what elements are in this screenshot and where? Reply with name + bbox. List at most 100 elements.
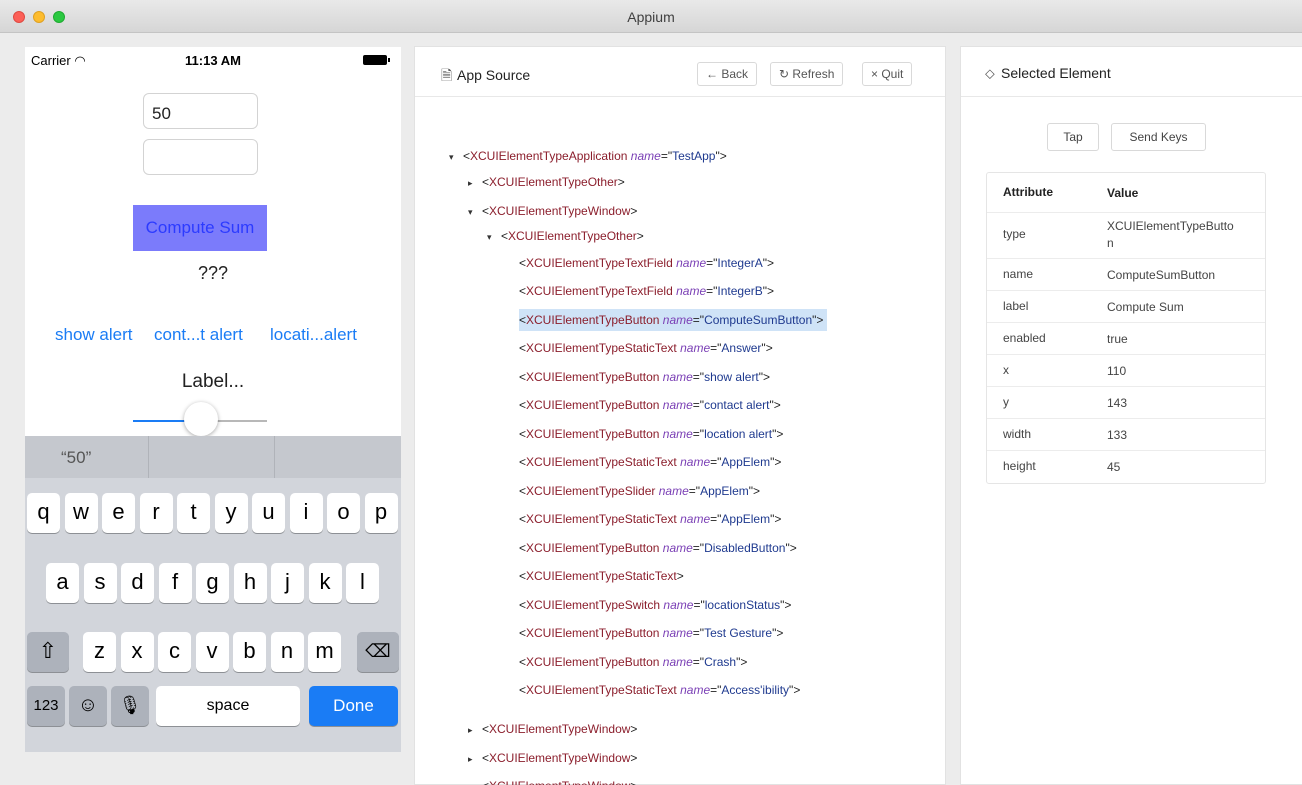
answer-label: ??? [197,263,229,283]
tree-node[interactable]: <XCUIElementTypeTextField name="IntegerB… [519,280,774,302]
compute-sum-button[interactable]: Compute Sum [133,205,267,251]
key-b[interactable]: b [233,632,266,672]
tree-node-attr-name: name [680,683,711,697]
tree-node[interactable]: <XCUIElementTypeButton name="Test Gestur… [519,622,783,644]
key-z[interactable]: z [83,632,116,672]
tree-node[interactable]: <XCUIElementTypeButton name="DisabledBut… [519,537,797,559]
key-k[interactable]: k [308,563,342,603]
attribute-name: x [1003,363,1009,377]
tree-node-attr-name: name [662,655,693,669]
tree-node[interactable]: ▸<XCUIElementTypeWindow> [468,718,637,740]
caret-down-icon[interactable]: ▾ [487,226,501,248]
caret-down-icon[interactable]: ▾ [449,146,463,168]
prediction-cell[interactable]: “50” [25,436,149,478]
key-s[interactable]: s [83,563,117,603]
back-button[interactable]: ← Back [697,62,758,86]
tree-node-attr-name: name [662,427,693,441]
tree-node-attr-name: name [676,256,707,270]
tree-node[interactable]: <XCUIElementTypeButton name="ComputeSumB… [519,309,828,331]
key-y[interactable]: y [214,493,248,533]
space-key[interactable]: space [156,686,300,726]
slider-thumb[interactable] [184,402,218,436]
tag-bracket: > [767,284,775,298]
caret-right-icon[interactable]: ▸ [468,719,482,741]
prediction-cell[interactable] [149,436,275,478]
tree-node[interactable]: <XCUIElementTypeSwitch name="locationSta… [519,594,791,616]
tag-bracket: < [501,229,509,243]
key-t[interactable]: t [177,493,210,533]
key-e[interactable]: e [102,493,135,533]
key-p[interactable]: p [364,493,398,533]
backspace-icon[interactable]: ⌫ [357,632,399,672]
numbers-key[interactable]: 123 [27,686,65,726]
tree-node[interactable]: <XCUIElementTypeStaticText> [519,565,684,587]
tag-bracket: > [774,455,782,469]
tree-node[interactable]: ▸<XCUIElementTypeWindow> [468,775,637,785]
tree-node[interactable]: <XCUIElementTypeButton name="contact ale… [519,394,781,416]
tree-node[interactable]: <XCUIElementTypeStaticText name="AppElem… [519,508,781,530]
microphone-icon[interactable]: 🎙︎ [111,686,149,726]
key-d[interactable]: d [121,563,154,603]
tag-bracket: < [519,626,527,640]
show-alert-button[interactable]: show alert [55,325,132,345]
tree-node[interactable]: <XCUIElementTypeStaticText name="Access'… [519,679,800,701]
quit-button[interactable]: × Quit [862,62,913,86]
shift-icon[interactable]: ⇧ [27,632,69,672]
key-v[interactable]: v [195,632,229,672]
device-screen[interactable]: Carrier ◠ 11:13 AM 50 Compute Sum ??? sh… [25,47,401,752]
tree-node[interactable]: ▸<XCUIElementTypeWindow> [468,747,637,769]
tree-node[interactable]: ▸ <XCUIElementTypeOther> [468,171,625,193]
tree-node[interactable]: <XCUIElementTypeTextField name="IntegerA… [519,252,774,274]
tree-node-tag: XCUIElementTypeButton [526,398,660,412]
key-u[interactable]: u [252,493,285,533]
attribute-row: type XCUIElementTypeButton [987,213,1265,259]
integer-a-field[interactable]: 50 [143,93,258,129]
key-w[interactable]: w [64,493,98,533]
location-alert-button[interactable]: locati...alert [270,325,357,345]
selected-element-title-wrap: ⬦ Selected Element [985,65,1111,82]
key-l[interactable]: l [346,563,379,603]
tree-node[interactable]: <XCUIElementTypeButton name="location al… [519,423,783,445]
contact-alert-button[interactable]: cont...t alert [154,325,243,345]
tap-button[interactable]: Tap [1047,123,1099,151]
key-g[interactable]: g [196,563,229,603]
tree-node[interactable]: <XCUIElementTypeSlider name="AppElem"> [519,480,760,502]
key-o[interactable]: o [327,493,360,533]
emoji-key[interactable]: ☺ [69,686,107,726]
tree-node-tag: XCUIElementTypeStaticText [526,455,677,469]
key-i[interactable]: i [289,493,323,533]
refresh-button[interactable]: ↻ Refresh [770,62,844,86]
tree-node[interactable]: ▾ <XCUIElementTypeWindow> [468,200,637,222]
key-j[interactable]: j [271,563,304,603]
key-f[interactable]: f [158,563,192,603]
tree-node[interactable]: <XCUIElementTypeButton name="Crash"> [519,651,747,673]
tree-node-attr-name: name [662,370,693,384]
caret-right-icon[interactable]: ▸ [468,776,482,785]
key-c[interactable]: c [158,632,191,672]
tree-node[interactable]: ▾ <XCUIElementTypeApplication name="TestA… [449,145,727,167]
key-q[interactable]: q [27,493,60,533]
tree-node-attr-value: TestApp [672,149,716,163]
key-m[interactable]: m [308,632,341,672]
tree-node-tag: XCUIElementTypeStaticText [526,683,677,697]
tree-node[interactable]: <XCUIElementTypeStaticText name="Answer"… [519,337,773,359]
tree-node[interactable]: ▾ <XCUIElementTypeOther> [487,225,644,247]
tree-node-tag: XCUIElementTypeTextField [526,256,673,270]
tag-bracket: < [482,204,490,218]
caret-right-icon[interactable]: ▸ [468,172,482,194]
key-x[interactable]: x [120,632,154,672]
attribute-value: XCUIElementTypeButton [1107,219,1234,250]
caret-down-icon[interactable]: ▾ [468,201,482,223]
key-r[interactable]: r [139,493,173,533]
key-h[interactable]: h [233,563,267,603]
tag-bracket: < [519,313,527,327]
caret-right-icon[interactable]: ▸ [468,748,482,770]
send-keys-button[interactable]: Send Keys [1111,123,1206,151]
integer-b-field[interactable] [143,139,258,175]
tag-bracket: < [519,284,527,298]
tree-node[interactable]: <XCUIElementTypeButton name="show alert"… [519,366,770,388]
key-n[interactable]: n [270,632,304,672]
key-a[interactable]: a [46,563,79,603]
done-key[interactable]: Done [309,686,398,726]
tree-node[interactable]: <XCUIElementTypeStaticText name="AppElem… [519,451,781,473]
